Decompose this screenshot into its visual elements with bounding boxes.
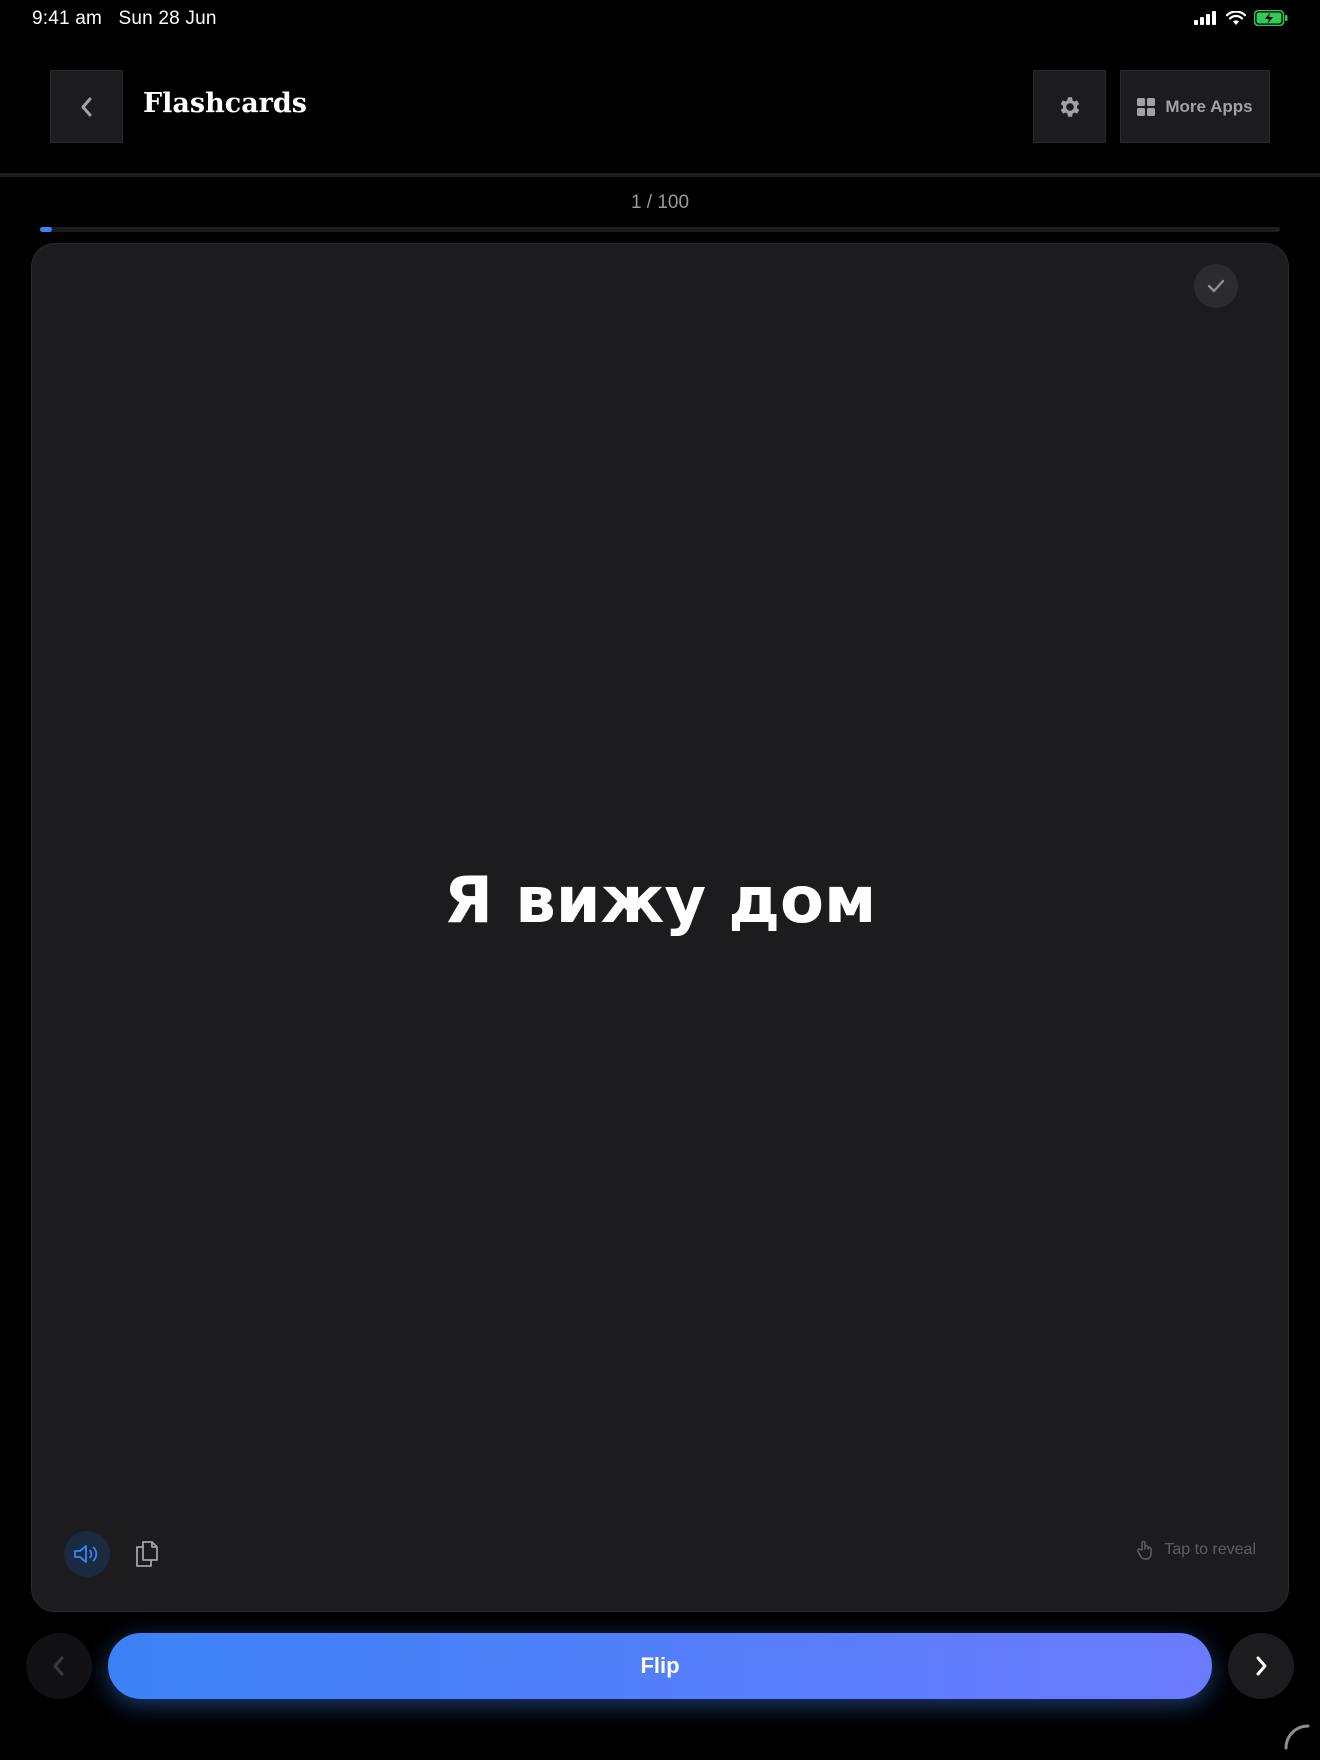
- copy-button[interactable]: [124, 1531, 170, 1577]
- wifi-icon: [1226, 10, 1246, 25]
- more-apps-button[interactable]: More Apps: [1120, 70, 1270, 143]
- speak-button[interactable]: [64, 1531, 110, 1577]
- signal-icon: [1194, 11, 1216, 25]
- back-button[interactable]: [50, 70, 123, 143]
- checkmark-icon: [1207, 279, 1225, 293]
- chevron-left-icon: [81, 97, 91, 116]
- status-bar-icons: [1194, 10, 1288, 26]
- previous-card-button[interactable]: [26, 1633, 92, 1699]
- home-indicator-corner: [1284, 1724, 1310, 1750]
- progress-bar: [40, 227, 1280, 232]
- more-apps-label: More Apps: [1165, 96, 1253, 116]
- speaker-icon: [74, 1545, 98, 1563]
- card-front-text: Я вижу дом: [443, 864, 877, 938]
- header-divider: [0, 173, 1320, 177]
- flip-button[interactable]: Flip: [108, 1633, 1212, 1699]
- gear-icon: [1060, 96, 1079, 117]
- chevron-right-icon: [1256, 1656, 1267, 1676]
- status-time: 9:41 am: [32, 8, 103, 29]
- next-card-button[interactable]: [1228, 1633, 1294, 1699]
- settings-button[interactable]: [1033, 70, 1106, 143]
- tap-hint-label: Tap to reveal: [1164, 1541, 1256, 1558]
- copy-icon: [136, 1541, 158, 1567]
- grid-icon: [1137, 97, 1156, 116]
- battery-icon: [1254, 10, 1288, 26]
- flashcard[interactable]: Я вижу дом Tap to reveal: [31, 243, 1289, 1612]
- chevron-left-icon: [53, 1656, 64, 1676]
- status-bar-time: 9:41 am Sun 28 Jun: [32, 8, 217, 30]
- page-title: Flashcards: [143, 88, 307, 119]
- mark-known-button[interactable]: [1194, 264, 1238, 308]
- card-counter: 1 / 100: [630, 192, 690, 213]
- tap-icon: [1137, 1540, 1153, 1560]
- status-date: Sun 28 Jun: [118, 8, 217, 29]
- progress-fill: [40, 227, 53, 232]
- tap-to-reveal-hint: Tap to reveal: [1136, 1540, 1256, 1560]
